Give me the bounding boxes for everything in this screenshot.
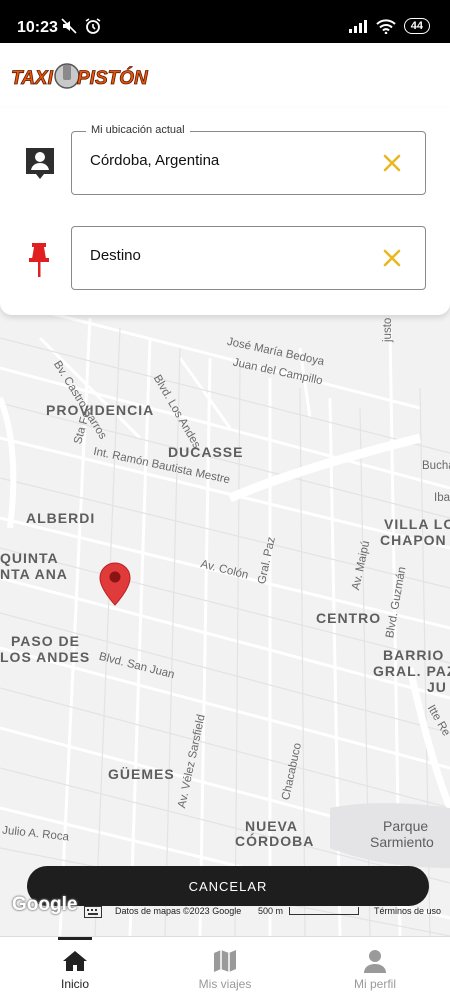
keyboard-icon[interactable] — [84, 906, 102, 918]
taxi-piston-logo: TAXI PISTÓN — [11, 63, 149, 89]
nav-item-mis-viajes[interactable]: Mis viajes — [150, 937, 300, 1000]
map-area-label: GRAL. PAZ — [373, 663, 450, 679]
home-icon — [63, 951, 87, 971]
location-pin-icon[interactable] — [98, 561, 132, 607]
mute-icon — [61, 18, 77, 34]
destination-placeholder: Destino — [90, 247, 141, 264]
map-attribution: Datos de mapas ©2023 Google — [115, 906, 242, 916]
google-logo: Google — [12, 894, 78, 915]
map-area-label: LOS ANDES — [0, 649, 91, 665]
map-area-label: JU — [427, 679, 447, 695]
map-scale-label: 500 m — [258, 906, 284, 916]
signal-icon — [348, 20, 367, 33]
map-area-label: CENTRO — [316, 610, 382, 626]
person-icon — [364, 950, 386, 973]
map-park-label: Sarmiento — [370, 834, 434, 850]
nav-label-mi-perfil: Mi perfil — [353, 977, 396, 991]
svg-text:PISTÓN: PISTÓN — [77, 67, 149, 89]
origin-field[interactable]: Mi ubicación actual Córdoba, Argentina — [71, 124, 426, 195]
map-street-label: justo — [382, 317, 394, 342]
map-area-label: PASO DE — [11, 633, 80, 649]
map-area-label: PROVIDENCIA — [46, 402, 155, 418]
person-location-icon — [26, 148, 54, 179]
map-area-label: CHAPON — [380, 532, 447, 548]
map-street-label: Iba — [434, 492, 450, 504]
destination-field[interactable]: Destino — [71, 226, 426, 290]
svg-text:TAXI: TAXI — [11, 68, 54, 89]
map-area-label: QUINTA — [0, 550, 59, 566]
nav-item-inicio[interactable]: Inicio — [0, 937, 150, 1000]
map-area-label: NUEVA — [245, 818, 298, 834]
status-bar: 10:23 44 — [0, 0, 450, 43]
map-area-label: CÓRDOBA — [235, 833, 315, 849]
map-street-label: Bucha — [422, 460, 450, 472]
origin-value: Córdoba, Argentina — [90, 152, 220, 169]
map-park-label: Parque — [383, 818, 429, 834]
map-terms-link[interactable]: Términos de uso — [374, 906, 441, 916]
map-area-label: NTA ANA — [0, 566, 68, 582]
bottom-navigation: Inicio Mis viajes Mi perfil — [0, 936, 450, 1000]
map-area-label: BARRIO — [383, 647, 445, 663]
map-area-label: VILLA LO — [384, 516, 450, 532]
pushpin-icon — [29, 243, 49, 277]
nav-label-inicio: Inicio — [60, 977, 89, 991]
battery-icon: 44 — [403, 18, 430, 34]
origin-field-label: Mi ubicación actual — [86, 124, 190, 136]
search-card: Mi ubicación actual Córdoba, Argentina D… — [0, 108, 450, 315]
app-header: TAXI PISTÓN — [0, 43, 450, 108]
wifi-icon — [376, 18, 396, 34]
clear-destination-close-icon[interactable] — [379, 245, 405, 271]
cancel-button[interactable]: CANCELAR — [27, 866, 429, 906]
map-area-label: GÜEMES — [108, 766, 175, 782]
map-scale-bar — [289, 907, 359, 915]
map-icon — [214, 950, 236, 972]
map-area-label: ALBERDI — [26, 510, 96, 526]
status-time: 10:23 — [17, 19, 58, 36]
nav-item-mi-perfil[interactable]: Mi perfil — [300, 937, 450, 1000]
nav-label-mis-viajes: Mis viajes — [198, 977, 252, 991]
clear-origin-close-icon[interactable] — [379, 150, 405, 176]
map-area-label: DUCASSE — [168, 444, 244, 460]
alarm-icon — [85, 18, 101, 34]
